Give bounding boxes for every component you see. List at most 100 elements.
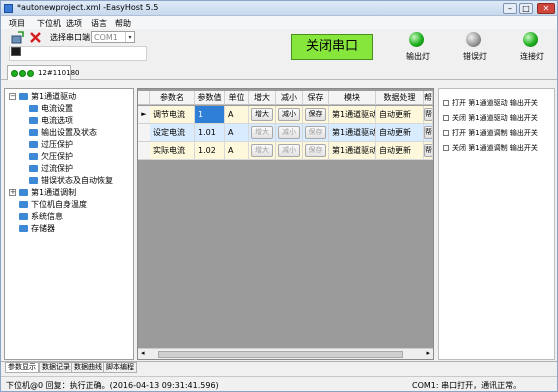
decrease-button[interactable]: 减小: [278, 144, 300, 157]
unit-cell: A: [225, 106, 249, 124]
close-port-button[interactable]: 关闭串口: [291, 34, 373, 60]
close-button[interactable]: ✕: [537, 3, 555, 14]
quick-action-item[interactable]: 打开 第1通道驱动 输出开关: [443, 98, 538, 108]
help-button[interactable]: 帮: [424, 144, 432, 157]
dec-cell: 减小: [276, 106, 303, 124]
help-button[interactable]: 帮: [424, 108, 432, 121]
save-button[interactable]: 保存: [305, 108, 326, 121]
folder-icon: [19, 189, 28, 196]
device-tab-strip: [1, 64, 557, 80]
data-proc-cell[interactable]: 自动更新: [376, 142, 424, 160]
port-select[interactable]: COM1 ▾: [91, 31, 135, 43]
tab-data-log[interactable]: 数据记录: [39, 362, 73, 373]
tree-item-channel1-modulation[interactable]: 第1通道调制: [31, 187, 76, 198]
link-lamp-label: 连接灯: [520, 52, 544, 61]
menu-item-language[interactable]: 语言: [91, 18, 107, 29]
column-header[interactable]: 增大: [249, 91, 276, 105]
menu-item-device[interactable]: 下位机: [37, 18, 61, 29]
row-header[interactable]: ►: [138, 106, 150, 124]
app-icon: [4, 4, 13, 13]
tree-item-error-recovery[interactable]: 错误状态及自动恢复: [41, 175, 113, 186]
row-header[interactable]: [138, 124, 150, 142]
save-button[interactable]: 保存: [305, 144, 326, 157]
column-header[interactable]: 参数值: [195, 91, 225, 105]
scroll-left-icon[interactable]: ◂: [141, 349, 145, 357]
row-header[interactable]: [138, 142, 150, 160]
scroll-thumb[interactable]: [158, 351, 403, 358]
folder-icon: [29, 129, 38, 136]
tree-item-overcurrent[interactable]: 过流保护: [41, 163, 73, 174]
dec-cell: 减小: [276, 124, 303, 142]
folder-icon: [29, 165, 38, 172]
parameter-table: 参数名 参数值 单位 增大 减小 保存 模块 数据处理 帮 ► 调节电流 1 A…: [137, 88, 434, 360]
folder-icon: [29, 177, 38, 184]
module-cell: 第1通道驱动: [329, 124, 376, 142]
column-header[interactable]: 数据处理: [376, 91, 424, 105]
increase-button[interactable]: 增大: [251, 144, 273, 157]
quick-action-item[interactable]: 关闭 第1通道调制 输出开关: [443, 143, 538, 153]
column-header[interactable]: 参数名: [150, 91, 195, 105]
tab-script[interactable]: 脚本编程: [103, 362, 137, 373]
tree-item-current-settings[interactable]: 电流设置: [41, 103, 73, 114]
tree-item-undervoltage[interactable]: 欠压保护: [41, 151, 73, 162]
decrease-button[interactable]: 减小: [278, 126, 300, 139]
help-button[interactable]: 帮: [424, 126, 432, 139]
column-header[interactable]: 单位: [225, 91, 249, 105]
tree-item-current-options[interactable]: 电流选项: [41, 115, 73, 126]
tab-param-display[interactable]: 参数显示: [5, 362, 39, 373]
tree-item-device-temperature[interactable]: 下位机自身温度: [31, 199, 87, 210]
menu-item-options[interactable]: 选项: [66, 18, 82, 29]
tree-item-output-settings[interactable]: 输出设置及状态: [41, 127, 97, 138]
folder-icon: [29, 153, 38, 160]
quick-action-item[interactable]: 关闭 第1通道驱动 输出开关: [443, 113, 538, 123]
column-header[interactable]: 帮: [424, 91, 433, 105]
checkbox-icon: [443, 130, 449, 136]
increase-button[interactable]: 增大: [251, 126, 273, 139]
output-lamp-icon: [409, 32, 424, 47]
tab-data-curve[interactable]: 数据曲线: [71, 362, 105, 373]
checkbox-icon: [443, 145, 449, 151]
connect-icon[interactable]: [11, 31, 24, 44]
chevron-down-icon: ▾: [125, 32, 134, 42]
disconnect-icon[interactable]: [29, 31, 42, 44]
menu-item-project[interactable]: 项目: [9, 18, 25, 29]
data-proc-cell[interactable]: 自动更新: [376, 106, 424, 124]
collapse-icon[interactable]: −: [9, 93, 16, 100]
maximize-button[interactable]: □: [519, 3, 533, 14]
minimize-button[interactable]: –: [503, 3, 517, 14]
param-value-cell[interactable]: 1: [195, 106, 225, 124]
status-dot-icon: [27, 70, 34, 77]
param-name-cell: 调节电流: [150, 106, 195, 124]
save-cell: 保存: [303, 142, 329, 160]
decrease-button[interactable]: 减小: [278, 108, 300, 121]
tree-item-memory[interactable]: 存储器: [31, 223, 55, 234]
param-value-cell[interactable]: 1.02: [195, 142, 225, 160]
quick-action-item[interactable]: 打开 第1通道调制 输出开关: [443, 128, 538, 138]
menu-item-help[interactable]: 帮助: [115, 18, 131, 29]
inc-cell: 增大: [249, 106, 276, 124]
folder-icon: [19, 213, 28, 220]
save-button[interactable]: 保存: [305, 126, 326, 139]
port-status: COM1: 串口打开，通讯正常。: [412, 381, 522, 390]
scroll-right-icon[interactable]: ▸: [426, 349, 430, 357]
device-tab[interactable]: 12#110180: [7, 65, 80, 80]
column-header[interactable]: 减小: [276, 91, 303, 105]
inc-cell: 增大: [249, 124, 276, 142]
expand-icon[interactable]: +: [9, 189, 16, 196]
title-bar: *autonewproject.xml -EasyHost 5.5 – □ ✕: [1, 1, 557, 16]
module-cell: 第1通道驱动: [329, 106, 376, 124]
param-value-cell[interactable]: 1.01: [195, 124, 225, 142]
tree-item-overvoltage[interactable]: 过压保护: [41, 139, 73, 150]
console-icon[interactable]: [11, 47, 21, 56]
column-header[interactable]: 保存: [303, 91, 329, 105]
tree-item-system-info[interactable]: 系统信息: [31, 211, 63, 222]
device-info-box: [9, 46, 147, 61]
increase-button[interactable]: 增大: [251, 108, 273, 121]
save-cell: 保存: [303, 124, 329, 142]
data-proc-cell[interactable]: 自动更新: [376, 124, 424, 142]
horizontal-scrollbar[interactable]: ◂ ▸: [138, 348, 433, 359]
folder-icon: [19, 93, 28, 100]
folder-icon: [19, 225, 28, 232]
tree-item-channel1-drive[interactable]: 第1通道驱动: [31, 91, 76, 102]
column-header[interactable]: 模块: [329, 91, 376, 105]
